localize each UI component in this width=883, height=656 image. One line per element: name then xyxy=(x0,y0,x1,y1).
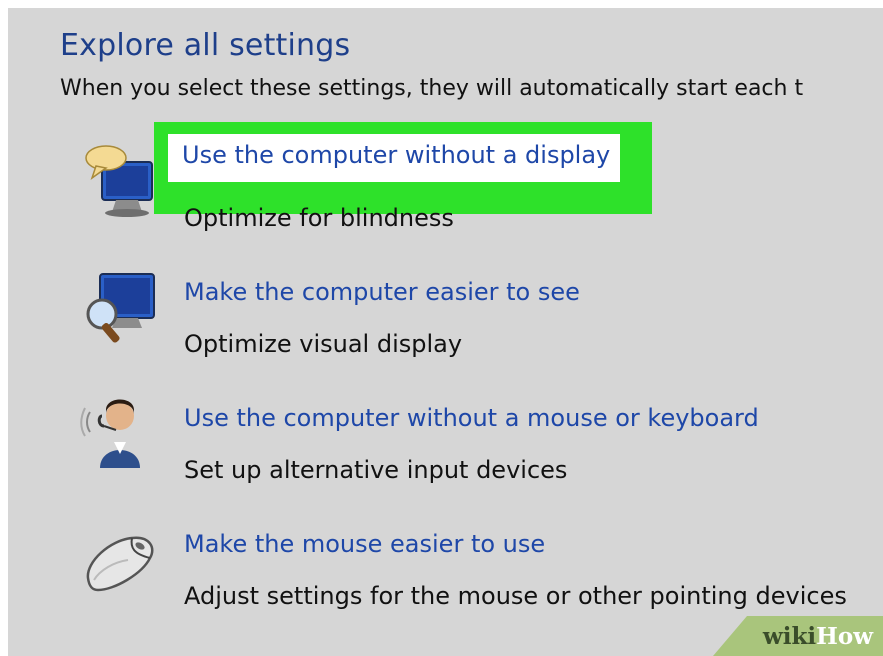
wikihow-logo-wiki: wiki xyxy=(762,623,817,650)
link-use-without-display[interactable]: Use the computer without a display xyxy=(182,141,610,169)
wikihow-logo-how: How xyxy=(816,623,873,650)
desc-optimize-blindness: Optimize for blindness xyxy=(184,204,454,232)
headset-person-icon xyxy=(80,392,160,472)
speech-bubble-monitor-icon xyxy=(80,138,160,218)
link-mouse-easier[interactable]: Make the mouse easier to use xyxy=(184,530,545,558)
page-title: Explore all settings xyxy=(60,28,351,63)
mouse-icon xyxy=(80,518,160,598)
wikihow-logo: wikiHow xyxy=(763,623,873,650)
link-easier-to-see[interactable]: Make the computer easier to see xyxy=(184,278,580,306)
desc-optimize-visual: Optimize visual display xyxy=(184,330,463,358)
desc-adjust-pointing: Adjust settings for the mouse or other p… xyxy=(184,582,847,610)
page-subtitle: When you select these settings, they wil… xyxy=(60,76,804,101)
settings-panel: Explore all settings When you select the… xyxy=(8,8,883,656)
highlight-inner: Use the computer without a display xyxy=(168,134,620,182)
desc-alternative-input: Set up alternative input devices xyxy=(184,456,568,484)
magnifier-monitor-icon xyxy=(80,266,160,346)
link-without-mouse-keyboard[interactable]: Use the computer without a mouse or keyb… xyxy=(184,404,759,432)
highlight-box: Use the computer without a display xyxy=(154,122,652,214)
